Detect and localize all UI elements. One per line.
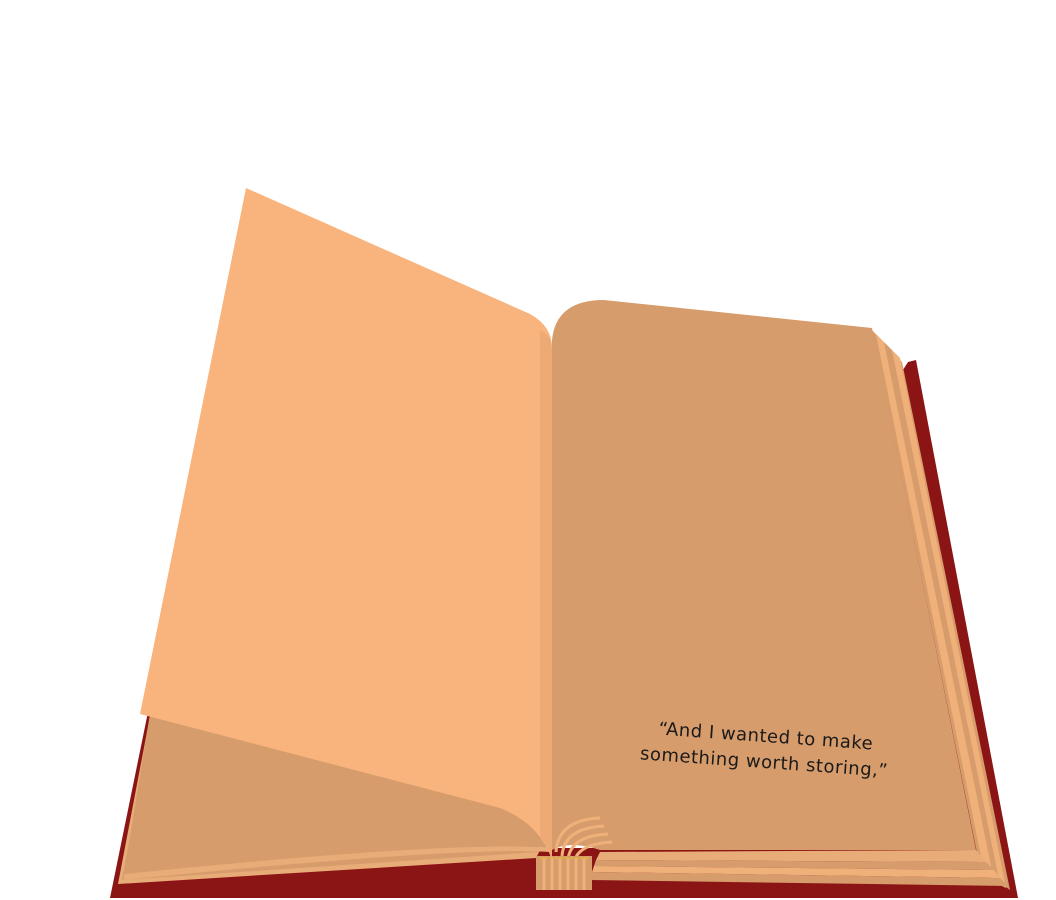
open-book-illustration: “And I wanted to make something worth st… — [110, 188, 1018, 898]
book-spine — [536, 856, 592, 890]
